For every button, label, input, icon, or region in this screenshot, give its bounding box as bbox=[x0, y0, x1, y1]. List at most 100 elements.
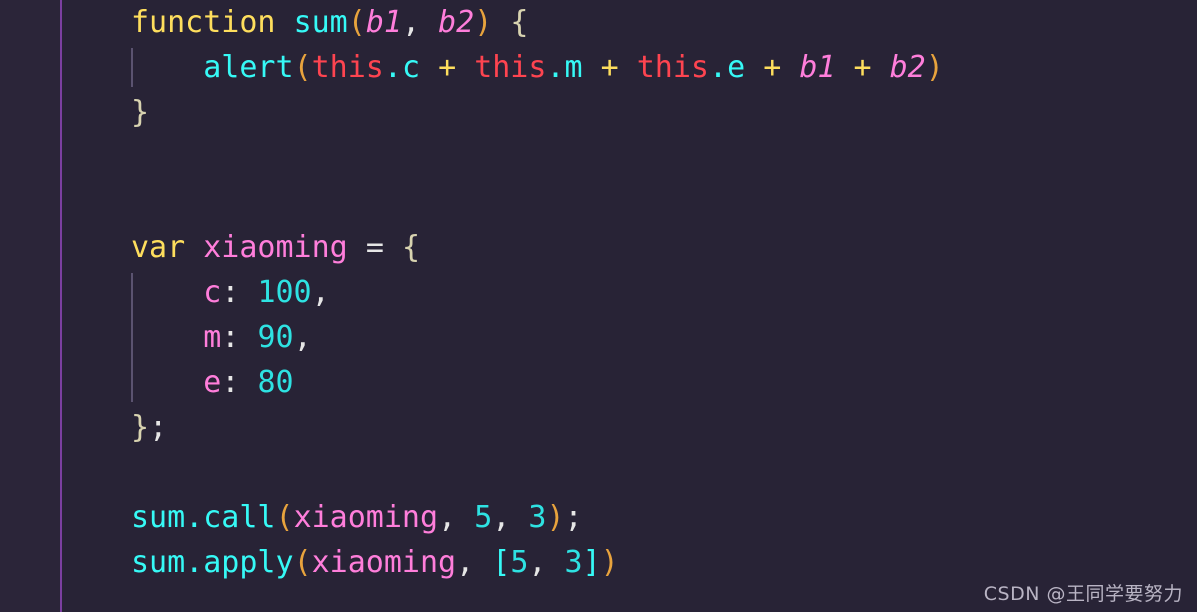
code-line[interactable]: e: 80 bbox=[131, 360, 294, 405]
code-line[interactable]: }; bbox=[131, 405, 167, 450]
code-token: b2 bbox=[438, 5, 475, 40]
code-token: . bbox=[383, 50, 402, 85]
code-token: this bbox=[474, 50, 547, 85]
code-content-area[interactable]: function sum(b1, b2) { alert(this.c + th… bbox=[131, 0, 1197, 612]
csdn-watermark: CSDN @王同学要努力 bbox=[983, 583, 1183, 605]
code-token: : bbox=[221, 320, 240, 355]
code-token: 80 bbox=[257, 365, 294, 400]
code-line[interactable]: } bbox=[131, 90, 149, 135]
code-token: ) bbox=[546, 500, 565, 535]
code-token: 100 bbox=[257, 275, 312, 310]
code-token: xiaoming bbox=[311, 545, 457, 580]
code-token: function bbox=[131, 5, 276, 40]
gutter-divider-rule bbox=[60, 0, 62, 612]
code-token: = bbox=[365, 230, 384, 265]
code-token: , bbox=[293, 320, 312, 355]
code-line[interactable]: c: 100, bbox=[131, 270, 330, 315]
editor-gutter bbox=[0, 0, 60, 612]
code-token: , bbox=[311, 275, 330, 310]
code-token: sum bbox=[131, 545, 186, 580]
code-token: b1 bbox=[365, 5, 402, 40]
code-line[interactable] bbox=[131, 135, 149, 180]
code-token: + bbox=[438, 50, 457, 85]
code-token: e bbox=[203, 365, 222, 400]
code-line[interactable] bbox=[131, 180, 149, 225]
code-token: ) bbox=[600, 545, 619, 580]
code-token: + bbox=[600, 50, 619, 85]
code-token: b2 bbox=[889, 50, 926, 85]
code-line[interactable]: sum.apply(xiaoming, [5, 3]) bbox=[131, 540, 619, 585]
code-token: ) bbox=[925, 50, 944, 85]
code-token: , bbox=[492, 500, 511, 535]
code-token: , bbox=[528, 545, 547, 580]
code-editor[interactable]: function sum(b1, b2) { alert(this.c + th… bbox=[0, 0, 1197, 612]
code-token: : bbox=[221, 275, 240, 310]
code-token: [ bbox=[492, 545, 511, 580]
code-token: , bbox=[438, 500, 457, 535]
code-token: } bbox=[131, 410, 150, 445]
code-token: + bbox=[763, 50, 782, 85]
code-token: xiaoming bbox=[293, 500, 439, 535]
code-token: m bbox=[203, 320, 222, 355]
code-token: . bbox=[546, 50, 565, 85]
code-line[interactable]: var xiaoming = { bbox=[131, 225, 420, 270]
code-token: . bbox=[709, 50, 728, 85]
code-line[interactable]: function sum(b1, b2) { bbox=[131, 0, 528, 45]
code-token: . bbox=[185, 545, 204, 580]
code-token: sum bbox=[293, 5, 348, 40]
code-line[interactable] bbox=[131, 450, 149, 495]
code-token: ] bbox=[582, 545, 601, 580]
code-token: sum bbox=[131, 500, 186, 535]
code-token: 5 bbox=[510, 545, 529, 580]
code-token: , bbox=[456, 545, 475, 580]
code-token: ( bbox=[275, 500, 294, 535]
code-token: var bbox=[131, 230, 186, 265]
code-line[interactable]: sum.call(xiaoming, 5, 3); bbox=[131, 495, 583, 540]
code-token: b1 bbox=[799, 50, 836, 85]
code-line[interactable]: alert(this.c + this.m + this.e + b1 + b2… bbox=[131, 45, 944, 90]
code-token: m bbox=[564, 50, 583, 85]
code-token: { bbox=[401, 230, 420, 265]
code-token: 3 bbox=[564, 545, 583, 580]
code-token: : bbox=[221, 365, 240, 400]
code-token: ( bbox=[293, 50, 312, 85]
code-line[interactable]: m: 90, bbox=[131, 315, 312, 360]
code-token: this bbox=[636, 50, 709, 85]
code-token: + bbox=[853, 50, 872, 85]
code-token: ( bbox=[347, 5, 366, 40]
code-token: , bbox=[401, 5, 420, 40]
code-token: ) bbox=[474, 5, 493, 40]
code-token: c bbox=[401, 50, 420, 85]
code-token: ; bbox=[149, 410, 168, 445]
code-token: this bbox=[311, 50, 384, 85]
code-token: apply bbox=[203, 545, 294, 580]
code-token: c bbox=[203, 275, 222, 310]
code-token: 90 bbox=[257, 320, 294, 355]
code-token: . bbox=[185, 500, 204, 535]
code-token: 5 bbox=[474, 500, 493, 535]
code-token: call bbox=[203, 500, 276, 535]
code-token: ( bbox=[293, 545, 312, 580]
code-token: ; bbox=[564, 500, 583, 535]
code-token: alert bbox=[203, 50, 294, 85]
